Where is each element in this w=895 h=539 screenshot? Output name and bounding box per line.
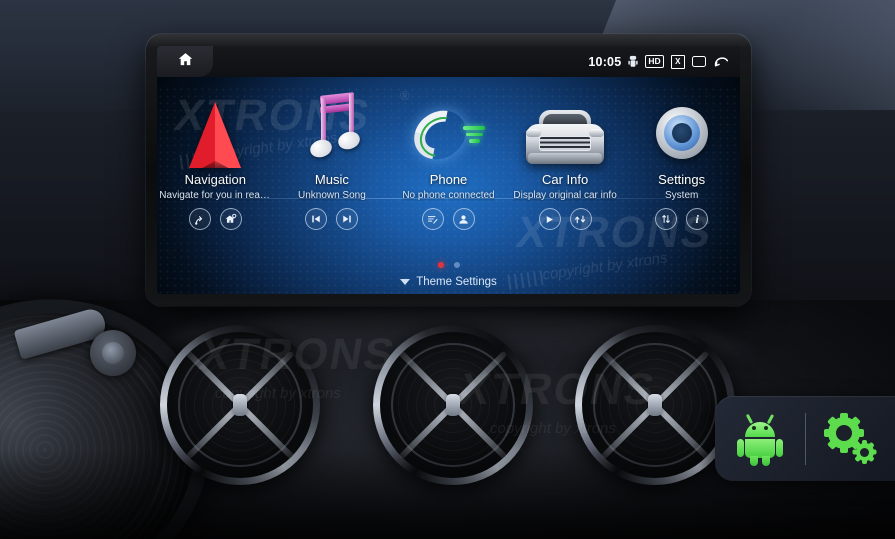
chevron-down-icon — [400, 279, 411, 285]
route-icon[interactable] — [188, 208, 211, 230]
theme-settings-button[interactable]: Theme Settings — [157, 276, 740, 288]
music-note-icon — [304, 80, 362, 168]
app-phone[interactable]: Phone No phone connected — [390, 80, 507, 270]
android-badge-icon[interactable] — [628, 55, 639, 68]
info-letter: i — [695, 211, 699, 226]
status-bar: 10:05 HD X — [157, 46, 740, 77]
contacts-icon[interactable] — [452, 208, 475, 230]
app-subtitle-music: Unknown Song — [297, 190, 366, 201]
next-track-icon[interactable] — [336, 208, 359, 230]
app-subtitle-phone: No phone connected — [402, 190, 495, 201]
app-title-music: Music — [314, 172, 349, 187]
app-title-phone: Phone — [429, 172, 468, 187]
signal-waves-icon — [463, 126, 486, 146]
up-down-arrows-icon[interactable] — [655, 208, 678, 230]
hd-badge: HD — [645, 54, 664, 69]
back-arrow-icon[interactable] — [713, 54, 730, 69]
app-title-navigation: Navigation — [184, 172, 247, 187]
android-robot-icon — [736, 413, 783, 466]
app-subtitle-navigation: Navigate for you in real ti... — [159, 190, 272, 201]
swap-arrows-icon[interactable] — [569, 208, 592, 230]
page-dot-2[interactable] — [453, 262, 460, 268]
page-dot-1[interactable] — [437, 262, 444, 268]
app-subtitle-car-info: Display original car info — [513, 190, 617, 201]
car-front-icon — [522, 80, 608, 168]
app-settings[interactable]: Settings System i — [623, 80, 740, 270]
home-icon — [177, 51, 194, 73]
status-bar-right: 10:05 HD X — [588, 54, 730, 69]
page-indicator — [157, 262, 740, 268]
theme-settings-label: Theme Settings — [416, 276, 497, 288]
phone-handset-icon — [405, 80, 487, 170]
gears-logo-cell[interactable] — [806, 412, 895, 464]
app-controls-navigation — [188, 208, 242, 230]
app-controls-phone — [421, 208, 475, 230]
app-controls-settings: i — [655, 208, 709, 230]
app-car-info[interactable]: Car Info Display original car info — [507, 80, 624, 270]
info-icon[interactable]: i — [686, 208, 709, 230]
x-badge[interactable]: X — [670, 54, 685, 69]
app-subtitle-settings: System — [665, 190, 699, 201]
call-log-icon[interactable] — [421, 208, 444, 230]
play-icon[interactable] — [538, 208, 561, 230]
app-controls-car-info — [538, 208, 592, 230]
nav-home-icon[interactable] — [219, 208, 242, 230]
android-logo-cell[interactable] — [715, 413, 805, 466]
app-controls-music — [305, 208, 359, 230]
home-button[interactable] — [157, 46, 213, 77]
window-icon[interactable] — [692, 56, 706, 67]
settings-gear-icon — [647, 80, 717, 168]
app-navigation[interactable]: Navigation Navigate for you in real ti..… — [157, 80, 274, 270]
head-unit-bezel: XTRONS ® copyright by xtrons |||||| XTRO… — [146, 34, 751, 306]
previous-track-icon[interactable] — [305, 208, 328, 230]
ignition-knob — [90, 330, 136, 376]
navigation-arrow-icon — [189, 80, 242, 168]
app-title-settings: Settings — [658, 172, 706, 187]
branding-panel — [715, 396, 895, 481]
app-row: Navigation Navigate for you in real ti..… — [157, 80, 740, 270]
infotainment-screen[interactable]: XTRONS ® copyright by xtrons |||||| XTRO… — [157, 46, 740, 294]
app-music[interactable]: Music Unknown Song — [274, 80, 391, 270]
app-title-car-info: Car Info — [541, 172, 589, 187]
status-clock: 10:05 — [588, 54, 622, 69]
gears-icon — [824, 412, 877, 464]
